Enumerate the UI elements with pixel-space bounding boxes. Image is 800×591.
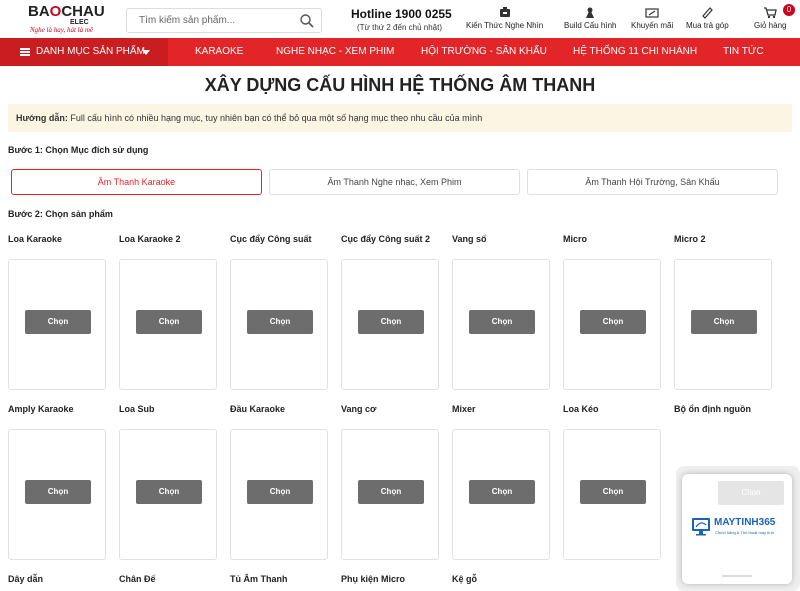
choose-button[interactable]: Chọn <box>247 480 313 504</box>
choose-button[interactable]: Chọn <box>358 310 424 334</box>
category-label: Loa Kéo <box>563 404 599 414</box>
category-label: Mixer <box>452 404 476 414</box>
choose-button[interactable]: Chọn <box>469 310 535 334</box>
product-slot-card: Chọn <box>341 259 439 390</box>
search-icon[interactable] <box>299 13 315 29</box>
product-slot-card: Chọn <box>563 259 661 390</box>
product-slot-card: Chọn <box>563 429 661 560</box>
caret-down-icon <box>142 50 150 55</box>
ad-footer-line <box>722 575 752 577</box>
hamburger-icon <box>20 48 30 56</box>
purpose-music-movie-button[interactable]: Âm Thanh Nghe nhạc, Xem Phim <box>269 169 520 195</box>
search-input[interactable] <box>139 15 289 26</box>
guide-label: Hướng dẫn: <box>16 113 68 123</box>
choose-button[interactable]: Chọn <box>691 310 757 334</box>
category-label: Loa Karaoke <box>8 234 63 244</box>
category-label: Vang số <box>452 234 487 244</box>
choose-button[interactable]: Chọn <box>358 480 424 504</box>
guide-text: Full cấu hình có nhiều hạng mục, tuy nhi… <box>67 113 483 123</box>
cart-link[interactable]: Giỏ hàng 0 <box>754 4 795 30</box>
page-title: XÂY DỰNG CẤU HÌNH HỆ THỐNG ÂM THANH <box>204 75 596 95</box>
ad-widget[interactable]: Chọn MAYTINH365 Chính hãng & Thủ thuật m… <box>682 474 792 584</box>
promotion-link[interactable]: Khuyến mãi <box>631 6 673 30</box>
ad-ghost-choose-button: Chọn <box>718 481 784 505</box>
installment-link[interactable]: Mua trả góp <box>686 6 729 30</box>
installment-icon <box>702 7 714 19</box>
cart-count-badge: 0 <box>783 4 795 16</box>
category-label: Amply Karaoke <box>8 404 74 414</box>
guide-banner: Hướng dẫn: Full cấu hình có nhiều hạng m… <box>8 104 792 132</box>
category-label: Đầu Karaoke <box>230 404 286 414</box>
search-box <box>126 8 322 33</box>
category-label: Tủ Âm Thanh <box>230 574 288 584</box>
logo-sub: ELEC <box>70 19 89 26</box>
category-label: Dây dẫn <box>8 574 44 584</box>
promotion-label: Khuyến mãi <box>631 21 674 30</box>
knowledge-link[interactable]: Kiến Thức Nghe Nhìn <box>466 6 543 30</box>
category-menu-button[interactable]: DANH MỤC SẢN PHẨM <box>0 38 168 66</box>
category-label: Bộ ổn định nguồn <box>674 404 751 414</box>
product-slot-card: Chọn <box>119 429 217 560</box>
choose-button[interactable]: Chọn <box>580 480 646 504</box>
product-slot-card: Chọn <box>230 259 328 390</box>
hotline[interactable]: Hotline 1900 0255 <box>351 7 452 21</box>
step1-heading: Bước 1: Chọn Mục đích sử dụng <box>8 145 149 155</box>
choose-button[interactable]: Chọn <box>25 310 91 334</box>
nav-item-karaoke[interactable]: KARAOKE <box>195 38 243 66</box>
choose-button[interactable]: Chọn <box>25 480 91 504</box>
choose-button[interactable]: Chọn <box>247 310 313 334</box>
nav-item-hall-stage[interactable]: HỘI TRƯỜNG - SÂN KHẤU <box>421 38 547 66</box>
product-slot-card: Chọn <box>119 259 217 390</box>
product-slot-card: Chọn <box>452 429 550 560</box>
product-slot-card: Chọn <box>452 259 550 390</box>
product-slot-card: Chọn <box>341 429 439 560</box>
logo-slogan: Nghe là hay, hát là mê <box>30 26 93 34</box>
installment-label: Mua trả góp <box>686 21 729 30</box>
step2-heading: Bước 2: Chọn sản phẩm <box>8 209 113 219</box>
build-icon <box>586 7 595 18</box>
nav-item-news[interactable]: TIN TỨC <box>723 38 764 66</box>
category-label: Cục đẩy Công suất 2 <box>341 234 431 244</box>
knowledge-icon <box>499 7 510 17</box>
category-label: Kệ gỗ <box>452 574 478 584</box>
category-label: Cục đẩy Công suất <box>230 234 312 244</box>
build-config-label: Build Cấu hình <box>564 21 617 30</box>
choose-button[interactable]: Chọn <box>136 310 202 334</box>
build-config-link[interactable]: Build Cấu hình <box>564 6 616 30</box>
site-logo[interactable]: BAOCHAU ELEC Nghe là hay, hát là mê <box>28 4 108 36</box>
hotline-hours: (Từ thứ 2 đến chủ nhật) <box>357 23 442 32</box>
product-slot-card: Chọn <box>674 259 772 390</box>
purpose-karaoke-button[interactable]: Âm Thanh Karaoke <box>11 169 262 195</box>
ad-brand-name: MAYTINH365 <box>714 517 776 528</box>
category-label: Micro 2 <box>674 234 706 244</box>
category-label: Loa Karaoke 2 <box>119 234 181 244</box>
knowledge-link-label: Kiến Thức Nghe Nhìn <box>466 21 544 30</box>
category-label: Vang cơ <box>341 404 377 414</box>
product-slot-card: Chọn <box>8 259 106 390</box>
cart-icon <box>764 7 778 19</box>
purpose-hall-stage-button[interactable]: Âm Thanh Hội Trường, Sân Khấu <box>527 169 778 195</box>
choose-button[interactable]: Chọn <box>580 310 646 334</box>
product-slot-card: Chọn <box>8 429 106 560</box>
category-label: Loa Sub <box>119 404 155 414</box>
category-label: Chân Đế <box>119 574 156 584</box>
promotion-icon <box>645 8 659 18</box>
choose-button[interactable]: Chọn <box>136 480 202 504</box>
main-nav: DANH MỤC SẢN PHẨM KARAOKE NGHE NHẠC - XE… <box>0 38 800 66</box>
cart-label: Giỏ hàng <box>754 21 787 30</box>
category-label: Micro <box>563 234 588 244</box>
nav-item-branches[interactable]: HỆ THỐNG 11 CHI NHÁNH <box>573 38 697 66</box>
ad-tagline: Chính hãng & Thủ thuật máy tính <box>715 530 774 535</box>
nav-item-music-movie[interactable]: NGHE NHẠC - XEM PHIM <box>276 38 394 66</box>
choose-button[interactable]: Chọn <box>469 480 535 504</box>
logo-brand: BAOCHAU <box>28 3 105 20</box>
site-header: BAOCHAU ELEC Nghe là hay, hát là mê Hotl… <box>0 0 800 38</box>
category-menu-label: DANH MỤC SẢN PHẨM <box>36 46 145 57</box>
product-slot-card: Chọn <box>230 429 328 560</box>
category-label: Phụ kiện Micro <box>341 574 406 584</box>
